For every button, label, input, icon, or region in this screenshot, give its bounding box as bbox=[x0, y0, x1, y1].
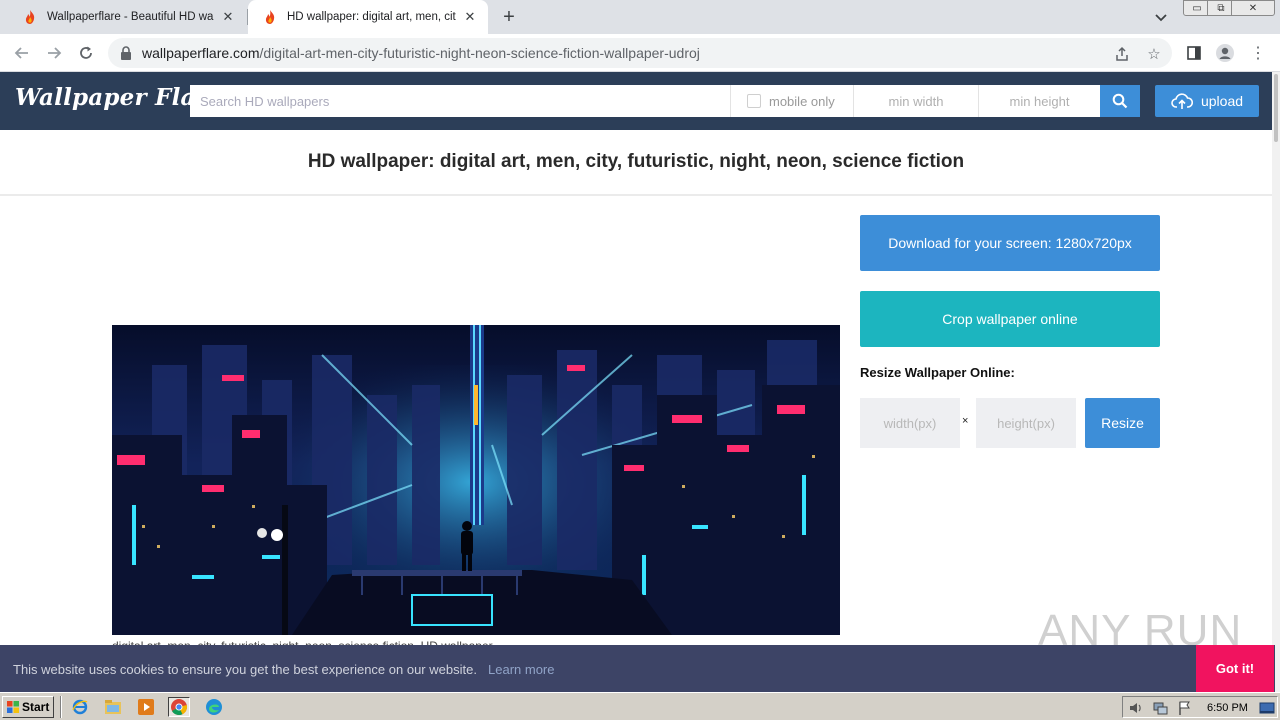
search-icon bbox=[1112, 93, 1128, 109]
side-panel-icon[interactable] bbox=[1183, 42, 1205, 64]
taskbar-clock[interactable]: 6:50 PM bbox=[1207, 702, 1248, 714]
min-height-input[interactable] bbox=[979, 85, 1100, 117]
chrome-icon[interactable] bbox=[168, 697, 190, 717]
browser-tab-bar: Wallpaperflare - Beautiful HD wallpap ✕ … bbox=[0, 0, 1280, 34]
reload-icon[interactable] bbox=[74, 42, 98, 64]
cookie-banner: This website uses cookies to ensure you … bbox=[0, 645, 1275, 692]
tab-title: HD wallpaper: digital art, men, city, f bbox=[287, 11, 456, 23]
url-host: wallpaperflare.com bbox=[142, 45, 260, 61]
taskbar-separator bbox=[60, 696, 62, 718]
resize-height-input[interactable] bbox=[976, 398, 1076, 448]
action-center-flag-icon[interactable] bbox=[1176, 700, 1192, 716]
flame-favicon-icon bbox=[265, 10, 275, 24]
url-path: /digital-art-men-city-futuristic-night-n… bbox=[259, 45, 700, 61]
tab-hd-wallpaper[interactable]: HD wallpaper: digital art, men, city, f … bbox=[248, 0, 488, 34]
resize-width-input[interactable] bbox=[860, 398, 960, 448]
neon-city-illustration bbox=[112, 325, 840, 635]
flame-favicon-icon bbox=[25, 10, 35, 24]
crop-wallpaper-button[interactable]: Crop wallpaper online bbox=[860, 291, 1160, 347]
search-form: mobile only bbox=[190, 85, 1100, 117]
forward-arrow-icon[interactable] bbox=[42, 42, 66, 64]
tab-wallpaperflare-home[interactable]: Wallpaperflare - Beautiful HD wallpap ✕ bbox=[8, 0, 246, 34]
page-scrollbar[interactable] bbox=[1272, 72, 1280, 692]
upload-button[interactable]: upload bbox=[1155, 85, 1259, 117]
cookie-message: This website uses cookies to ensure you … bbox=[13, 662, 477, 677]
start-button[interactable]: Start bbox=[2, 696, 54, 718]
mobile-only-toggle[interactable]: mobile only bbox=[731, 85, 854, 117]
times-symbol: × bbox=[962, 415, 969, 427]
scrollbar-thumb[interactable] bbox=[1274, 74, 1278, 142]
start-label: Start bbox=[22, 700, 50, 714]
show-desktop-icon[interactable] bbox=[1259, 700, 1275, 716]
browser-toolbar: wallpaperflare.com/digital-art-men-city-… bbox=[0, 34, 1280, 72]
tab-close-icon[interactable]: ✕ bbox=[220, 9, 236, 25]
tab-title: Wallpaperflare - Beautiful HD wallpap bbox=[47, 11, 214, 23]
network-icon[interactable] bbox=[1152, 700, 1168, 716]
page-title: HD wallpaper: digital art, men, city, fu… bbox=[307, 151, 965, 172]
bookmark-star-icon[interactable]: ☆ bbox=[1145, 45, 1163, 63]
back-arrow-icon[interactable] bbox=[10, 42, 34, 64]
windows-flag-icon bbox=[7, 701, 19, 713]
more-menu-icon[interactable]: ⋮ bbox=[1247, 42, 1269, 64]
explorer-icon[interactable] bbox=[102, 697, 124, 717]
system-tray: 6:50 PM bbox=[1122, 696, 1278, 718]
ie-icon[interactable] bbox=[69, 697, 91, 717]
windows-taskbar: Start 6:50 PM bbox=[0, 692, 1280, 720]
search-input[interactable] bbox=[190, 85, 731, 117]
cloud-upload-icon bbox=[1171, 93, 1193, 109]
mobile-only-label: mobile only bbox=[769, 93, 835, 109]
media-player-icon[interactable] bbox=[135, 697, 157, 717]
tab-close-icon[interactable]: ✕ bbox=[462, 9, 478, 25]
edge-icon[interactable] bbox=[203, 697, 225, 717]
title-bar: HD wallpaper: digital art, men, city, fu… bbox=[0, 130, 1272, 196]
search-button[interactable] bbox=[1100, 85, 1140, 117]
mobile-only-checkbox[interactable] bbox=[747, 94, 761, 108]
new-tab-plus-icon[interactable]: + bbox=[497, 5, 521, 29]
address-bar[interactable]: wallpaperflare.com/digital-art-men-city-… bbox=[108, 38, 1172, 68]
lock-icon bbox=[121, 46, 131, 60]
got-it-button[interactable]: Got it! bbox=[1196, 645, 1274, 692]
download-button[interactable]: Download for your screen: 1280x720px bbox=[860, 215, 1160, 271]
wallpaper-image[interactable] bbox=[112, 325, 840, 635]
upload-label: upload bbox=[1200, 93, 1244, 109]
share-icon[interactable] bbox=[1113, 45, 1131, 63]
min-width-input[interactable] bbox=[854, 85, 979, 117]
window-close-button[interactable]: ✕ bbox=[1231, 0, 1275, 16]
profile-avatar-icon[interactable] bbox=[1214, 42, 1236, 64]
volume-icon[interactable] bbox=[1128, 700, 1144, 716]
site-header: Wallpaper Flare mobile only upload bbox=[0, 72, 1272, 130]
resize-button[interactable]: Resize bbox=[1085, 398, 1160, 448]
learn-more-link[interactable]: Learn more bbox=[488, 662, 554, 677]
resize-heading: Resize Wallpaper Online: bbox=[860, 365, 1015, 380]
tab-search-chevron-icon[interactable] bbox=[1150, 7, 1172, 27]
